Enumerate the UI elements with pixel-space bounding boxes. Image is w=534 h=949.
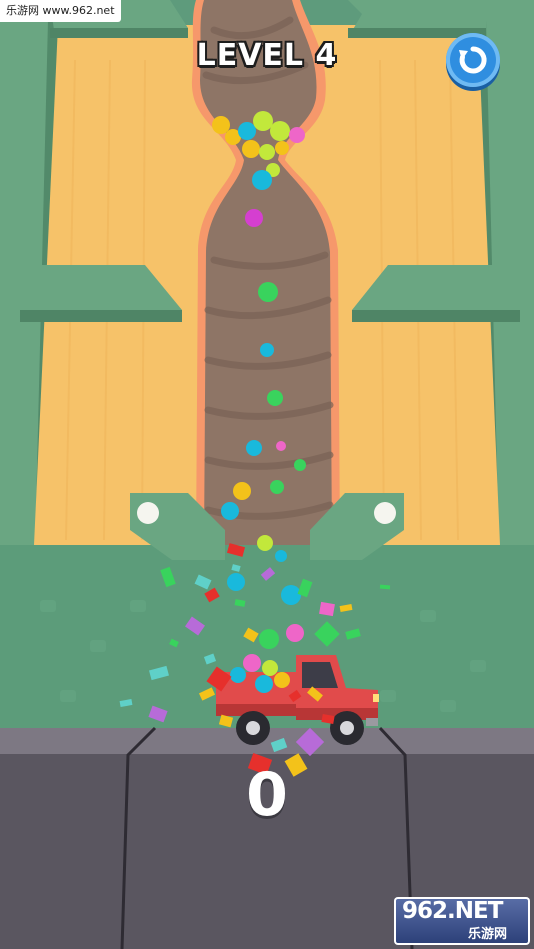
ball — [258, 282, 278, 302]
score-counter: 0 — [246, 760, 288, 830]
watermark-top-left: 乐游网 www.962.net — [0, 0, 121, 22]
watermark-brand-text: 962.NET — [402, 898, 503, 924]
ball — [245, 209, 263, 227]
ball — [267, 390, 283, 406]
ball — [238, 122, 256, 140]
watermark-brand: 962.NET 乐游网 — [394, 897, 530, 945]
ball — [289, 127, 305, 143]
ball — [281, 585, 301, 605]
ball — [275, 550, 287, 562]
mid-right-ledge-edge — [352, 310, 520, 322]
ball — [212, 116, 230, 134]
top-left-ledge-edge — [50, 28, 188, 38]
ball — [259, 629, 279, 649]
ball — [227, 573, 245, 591]
truck-ball — [243, 654, 261, 672]
ball — [242, 140, 260, 158]
truck-ball — [274, 672, 290, 688]
ball — [270, 121, 290, 141]
ball — [275, 141, 289, 155]
ball — [252, 170, 272, 190]
peg-right — [374, 502, 396, 524]
ball — [259, 144, 275, 160]
restart-button[interactable] — [446, 33, 500, 87]
ball — [233, 482, 251, 500]
ball — [286, 624, 304, 642]
ball — [257, 535, 273, 551]
ball — [246, 440, 262, 456]
mid-left-ledge-edge — [20, 310, 182, 322]
ball — [253, 111, 273, 131]
ball — [221, 502, 239, 520]
peg-left — [137, 502, 159, 524]
watermark-brand-cn: 乐游网 — [468, 927, 508, 942]
ball — [270, 480, 284, 494]
ball — [294, 459, 306, 471]
ball — [260, 343, 274, 357]
truck-bumper — [366, 718, 378, 726]
ball — [276, 441, 286, 451]
truck-ball — [262, 660, 278, 676]
truck-ball — [255, 675, 273, 693]
restart-icon — [459, 46, 487, 74]
truck-headlight — [373, 694, 379, 702]
truck-ball — [230, 667, 246, 683]
